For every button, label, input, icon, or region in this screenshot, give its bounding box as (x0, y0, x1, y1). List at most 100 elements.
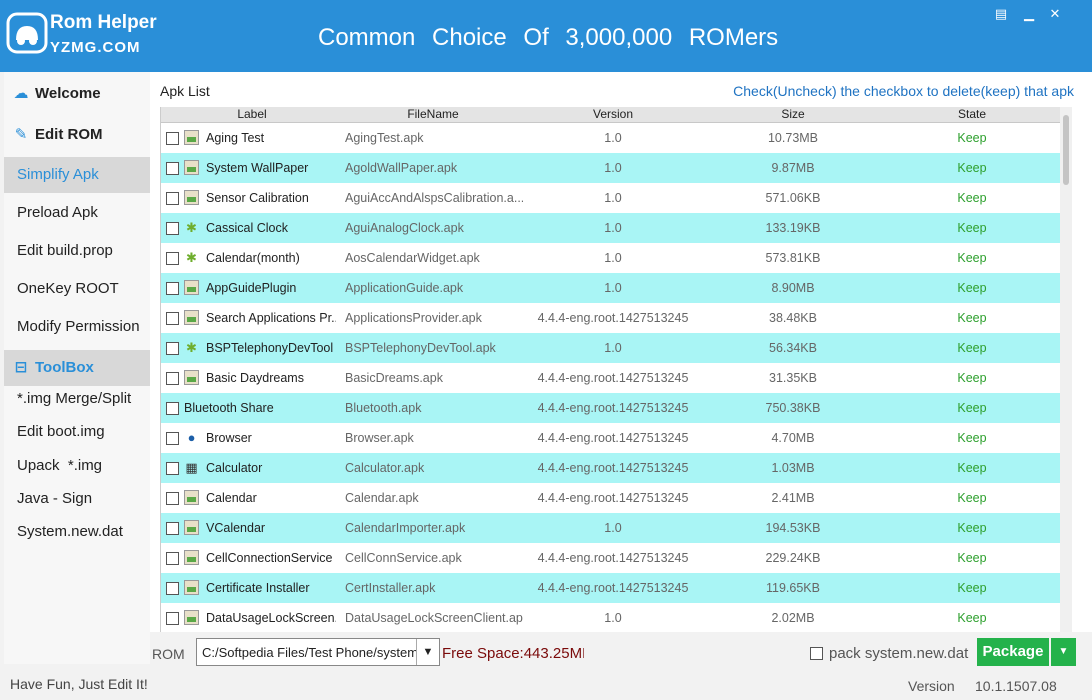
table-row[interactable]: ▦ Calculator Calculator.apk 4.4.4-eng.root.… (161, 453, 1061, 483)
rom-path-value[interactable]: C:/Softpedia Files/Test Phone/system.i (202, 645, 417, 660)
package-button[interactable]: Package (977, 638, 1049, 666)
cell-label: Calendar (206, 491, 257, 505)
table-row[interactable]: Calendar Calendar.apk 4.4.4-eng.root.14275… (161, 483, 1061, 513)
row-checkbox[interactable] (166, 162, 179, 175)
cell-state: Keep (957, 401, 987, 415)
cell-file: CalendarImporter.apk (345, 521, 466, 535)
row-checkbox[interactable] (166, 582, 179, 595)
cell-size: 1.03MB (771, 461, 815, 475)
sidebar-item-onekey-root[interactable]: OneKey ROOT (4, 271, 150, 307)
minimize-icon[interactable]: ▁ (1020, 6, 1038, 22)
row-checkbox[interactable] (166, 612, 179, 625)
sidebar-item-java-sign[interactable]: Java - Sign (4, 481, 150, 517)
cell-state: Keep (957, 161, 987, 175)
cell-version: 1.0 (604, 251, 622, 265)
table-row[interactable]: Certificate Installer CertInstaller.apk 4.… (161, 573, 1061, 603)
sidebar-item-modify-permission[interactable]: Modify Permission (4, 309, 150, 345)
cell-file: Bluetooth.apk (345, 401, 422, 415)
app-pic-icon (184, 610, 199, 625)
cell-size: 8.90MB (771, 281, 815, 295)
column-header-label[interactable]: Label (161, 107, 343, 121)
app-droid-icon: ✱ (186, 220, 197, 235)
footer-version-number: 10.1.1507.08 (975, 678, 1057, 694)
column-header-filename[interactable]: FileName (343, 107, 523, 121)
sidebar-item-system-new-dat[interactable]: System.new.dat (4, 514, 150, 550)
scrollbar-thumb[interactable] (1063, 115, 1069, 185)
cell-label: Certificate Installer (206, 581, 310, 595)
row-checkbox[interactable] (166, 552, 179, 565)
table-row[interactable]: ✱ Cassical Clock AguiAnalogClock.apk 1.0 133… (161, 213, 1061, 243)
cell-size: 2.02MB (771, 611, 815, 625)
row-checkbox[interactable] (166, 222, 179, 235)
cell-size: 750.38KB (765, 401, 821, 415)
row-checkbox[interactable] (166, 252, 179, 265)
cell-state: Keep (957, 251, 987, 265)
cell-file: CellConnService.apk (345, 551, 462, 565)
row-checkbox[interactable] (166, 402, 179, 415)
row-checkbox[interactable] (166, 522, 179, 535)
row-checkbox[interactable] (166, 492, 179, 505)
table-row[interactable]: DataUsageLockScreen... DataUsageLockScree… (161, 603, 1061, 632)
row-checkbox[interactable] (166, 192, 179, 205)
sidebar-edit-rom[interactable]: ✎ Edit ROM (4, 117, 150, 153)
package-dropdown-icon[interactable]: ▼ (1051, 638, 1076, 666)
table-row[interactable]: Bluetooth Share Bluetooth.apk 4.4.4-eng.ro… (161, 393, 1061, 423)
sidebar-item-upack-img[interactable]: Upack *.img (4, 448, 150, 484)
sidebar-item-edit-build-prop[interactable]: Edit build.prop (4, 233, 150, 269)
cell-size: 38.48KB (769, 311, 817, 325)
pack-system-new-dat-checkbox[interactable] (810, 647, 823, 660)
cell-size: 56.34KB (769, 341, 817, 355)
sidebar-item-preload-apk[interactable]: Preload Apk (4, 195, 150, 231)
app-pic-icon (184, 520, 199, 535)
cell-version: 1.0 (604, 281, 622, 295)
cell-size: 10.73MB (767, 131, 819, 145)
table-row[interactable]: VCalendar CalendarImporter.apk 1.0 194.53KB… (161, 513, 1061, 543)
sidebar: ☁ Welcome ✎ Edit ROM Simplify Apk Preloa… (4, 72, 150, 664)
column-header-size[interactable]: Size (703, 107, 883, 121)
sidebar-item-simplify-apk[interactable]: Simplify Apk (4, 157, 150, 193)
table-row[interactable]: CellConnectionService CellConnService.apk… (161, 543, 1061, 573)
app-pic-icon (184, 280, 199, 295)
sidebar-welcome[interactable]: ☁ Welcome (4, 76, 150, 112)
table-row[interactable]: Search Applications Pr... ApplicationsPro… (161, 303, 1061, 333)
pack-system-new-dat-label[interactable]: pack system.new.dat (829, 645, 968, 662)
cell-file: BasicDreams.apk (345, 371, 443, 385)
column-header-version[interactable]: Version (523, 107, 703, 121)
row-checkbox[interactable] (166, 372, 179, 385)
app-pic-icon (184, 580, 199, 595)
app-pic-icon (184, 310, 199, 325)
row-checkbox[interactable] (166, 342, 179, 355)
chevron-down-icon[interactable]: ▼ (416, 639, 439, 665)
cell-state: Keep (957, 131, 987, 145)
row-checkbox[interactable] (166, 282, 179, 295)
row-checkbox[interactable] (166, 132, 179, 145)
app-pic-icon (184, 490, 199, 505)
cell-file: AosCalendarWidget.apk (345, 251, 480, 265)
cell-version: 1.0 (604, 221, 622, 235)
table-row[interactable]: ✱ Calendar(month) AosCalendarWidget.apk 1.0… (161, 243, 1061, 273)
table-row[interactable]: ✱ BSPTelephonyDevTool BSPTelephonyDevTool.… (161, 333, 1061, 363)
apk-list-hint: Check(Uncheck) the checkbox to delete(ke… (733, 83, 1074, 99)
cell-label: CellConnectionService (206, 551, 333, 565)
table-row[interactable]: System WallPaper AgoldWallPaper.apk 1.0 9.8… (161, 153, 1061, 183)
table-row[interactable]: Basic Daydreams BasicDreams.apk 4.4.4-eng.… (161, 363, 1061, 393)
sidebar-item-img-merge-split[interactable]: *.img Merge/Split (4, 381, 150, 417)
row-checkbox[interactable] (166, 462, 179, 475)
app-pic-icon (184, 550, 199, 565)
cell-label: VCalendar (206, 521, 266, 535)
column-header-state[interactable]: State (883, 107, 1061, 121)
table-row[interactable]: Aging Test AgingTest.apk 1.0 10.73MB Keep (161, 123, 1061, 153)
row-checkbox[interactable] (166, 312, 179, 325)
sidebar-item-edit-boot-img[interactable]: Edit boot.img (4, 414, 150, 450)
cell-size: 573.81KB (765, 251, 821, 265)
table-row[interactable]: Sensor Calibration AguiAccAndAlspsCalibra… (161, 183, 1061, 213)
cell-version: 1.0 (604, 341, 622, 355)
row-checkbox[interactable] (166, 432, 179, 445)
table-scrollbar[interactable] (1060, 107, 1072, 632)
table-row[interactable]: AppGuidePlugin ApplicationGuide.apk 1.0 8.9… (161, 273, 1061, 303)
menu-icon[interactable]: ▤ (992, 6, 1010, 22)
close-icon[interactable]: ✕ (1046, 6, 1064, 22)
table-row[interactable]: ● Browser Browser.apk 4.4.4-eng.root.142751… (161, 423, 1061, 453)
rom-path-combobox[interactable]: C:/Softpedia Files/Test Phone/system.i ▼ (196, 638, 440, 666)
app-calc-icon: ▦ (185, 460, 198, 475)
